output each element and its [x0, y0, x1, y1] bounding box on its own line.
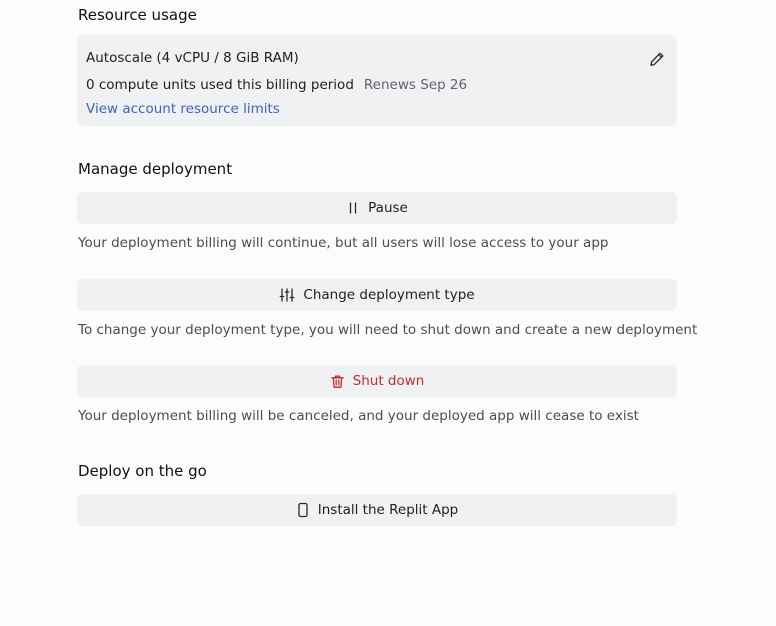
view-resource-limits-link[interactable]: View account resource limits: [86, 101, 280, 117]
resource-usage-heading: Resource usage: [78, 6, 197, 24]
deploy-on-the-go-heading: Deploy on the go: [78, 462, 207, 480]
pause-description: Your deployment billing will continue, b…: [78, 235, 609, 251]
change-deployment-type-button[interactable]: Change deployment type: [77, 279, 677, 311]
sliders-icon: [279, 287, 295, 303]
shut-down-label: Shut down: [352, 373, 425, 389]
install-replit-app-label: Install the Replit App: [317, 502, 459, 518]
trash-icon: [330, 374, 345, 389]
usage-line: 0 compute units used this billing period…: [86, 77, 467, 93]
edit-plan-button[interactable]: [647, 49, 667, 69]
change-deployment-type-label: Change deployment type: [303, 287, 475, 303]
manage-deployment-heading: Manage deployment: [78, 160, 233, 178]
pause-button[interactable]: Pause: [77, 192, 677, 224]
shut-down-description: Your deployment billing will be canceled…: [78, 408, 639, 424]
shut-down-button[interactable]: Shut down: [77, 365, 677, 397]
install-replit-app-button[interactable]: Install the Replit App: [77, 494, 677, 526]
change-type-description: To change your deployment type, you will…: [78, 322, 698, 338]
resource-usage-card: Autoscale (4 vCPU / 8 GiB RAM) 0 compute…: [77, 35, 677, 126]
deployment-settings-page: Resource usage Autoscale (4 vCPU / 8 GiB…: [0, 0, 776, 626]
pause-button-label: Pause: [368, 200, 408, 216]
plan-label: Autoscale (4 vCPU / 8 GiB RAM): [86, 50, 299, 66]
phone-icon: [296, 502, 310, 518]
renews-text: Renews Sep 26: [363, 77, 468, 93]
pencil-icon: [650, 52, 664, 66]
pause-icon: [346, 201, 360, 215]
usage-text: 0 compute units used this billing period: [86, 77, 354, 93]
